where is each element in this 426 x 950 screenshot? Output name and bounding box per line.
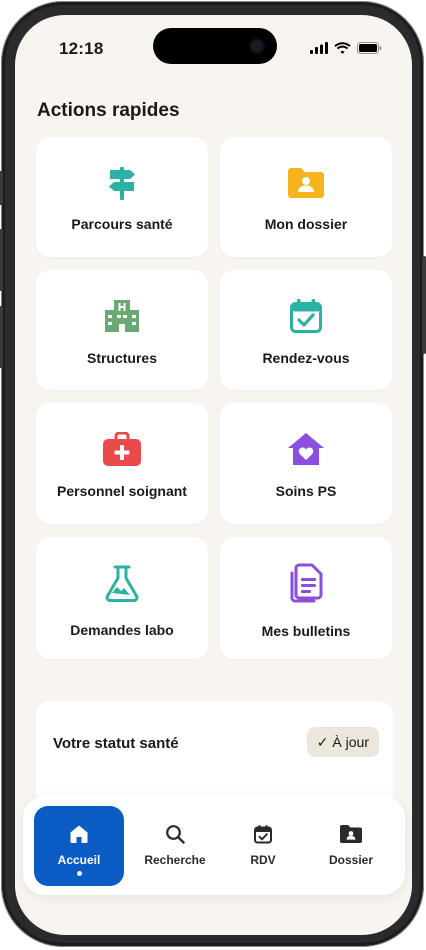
status-badge-label: ✓ À jour [316, 733, 369, 750]
action-card-soins[interactable]: Soins PS [220, 403, 392, 524]
action-label: Rendez-vous [262, 350, 350, 366]
action-card-rendez-vous[interactable]: Rendez-vous [220, 270, 392, 390]
status-badge: ✓ À jour [306, 727, 379, 757]
documents-icon [286, 563, 326, 603]
screen: 12:18 Actions rapides Parcours santé Mon… [15, 15, 412, 935]
health-status-title: Votre statut santé [53, 735, 179, 752]
action-card-bulletins[interactable]: Mes bulletins [220, 537, 392, 659]
nav-label: Recherche [144, 853, 206, 867]
signal-icon [310, 42, 328, 54]
active-indicator [76, 871, 82, 876]
medical-bag-icon [102, 429, 142, 469]
dynamic-island [153, 28, 277, 64]
camera-icon [251, 40, 263, 52]
nav-item-recherche[interactable]: Recherche [130, 806, 220, 886]
volume-up-button [0, 229, 3, 291]
section-title: Actions rapides [37, 100, 180, 121]
action-card-dossier[interactable]: Mon dossier [220, 137, 392, 257]
bottom-nav: Accueil Recherche RDV Dossier [23, 796, 405, 895]
battery-icon [357, 42, 382, 54]
action-label: Mes bulletins [261, 623, 351, 639]
home-icon [68, 823, 90, 845]
nav-label: Accueil [57, 853, 101, 867]
action-label: Personnel soignant [57, 483, 187, 499]
nav-item-accueil[interactable]: Accueil [34, 806, 124, 886]
action-label: Parcours santé [71, 216, 173, 232]
phone-frame: 12:18 Actions rapides Parcours santé Mon… [0, 1, 426, 947]
volume-down-button [0, 306, 3, 368]
folder-user-icon [286, 163, 326, 203]
status-time: 12:18 [59, 39, 104, 58]
action-label: Mon dossier [264, 216, 348, 232]
wifi-icon [334, 42, 351, 54]
calendar-icon [252, 823, 274, 845]
action-label: Structures [86, 350, 158, 366]
flask-icon [102, 564, 142, 604]
action-button [0, 171, 3, 205]
nav-item-dossier[interactable]: Dossier [306, 806, 396, 886]
signpost-icon [102, 163, 142, 203]
nav-label: Dossier [328, 853, 374, 867]
status-icons [310, 42, 382, 54]
folder-icon [340, 823, 362, 845]
action-label: Soins PS [275, 483, 337, 499]
nav-item-rdv[interactable]: RDV [218, 806, 308, 886]
home-heart-icon [286, 429, 326, 469]
search-icon [164, 823, 186, 845]
nav-label: RDV [250, 853, 276, 867]
action-card-labo[interactable]: Demandes labo [36, 537, 208, 659]
action-card-structures[interactable]: Structures [36, 270, 208, 390]
action-card-personnel[interactable]: Personnel soignant [36, 403, 208, 524]
action-card-parcours[interactable]: Parcours santé [36, 137, 208, 257]
action-label: Demandes labo [70, 622, 174, 638]
calendar-check-icon [286, 296, 326, 336]
hospital-building-icon [102, 296, 142, 336]
power-button [422, 256, 426, 354]
